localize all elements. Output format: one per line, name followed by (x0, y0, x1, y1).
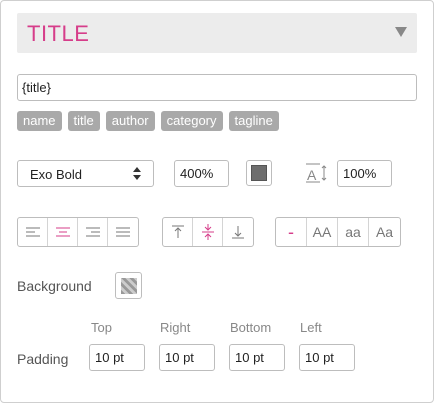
align-top-icon (171, 225, 184, 238)
tag-list: name title author category tagline (17, 111, 279, 131)
background-color-fill (121, 278, 137, 294)
padding-label: Padding (17, 351, 69, 367)
text-template-input[interactable] (17, 74, 417, 101)
collapse-caret-icon[interactable] (395, 27, 407, 37)
tag-category[interactable]: category (160, 111, 223, 131)
font-family-value: Exo Bold (30, 167, 83, 182)
padding-top-input[interactable] (89, 344, 145, 371)
text-style-panel: TITLE name title author category tagline… (0, 0, 434, 403)
section-header[interactable]: TITLE (17, 13, 417, 53)
vertical-align-group (162, 217, 254, 247)
case-upper-button[interactable]: AA (307, 218, 338, 246)
line-height-input[interactable] (337, 160, 392, 187)
text-color-fill (251, 165, 267, 181)
tag-title[interactable]: title (67, 111, 100, 131)
padding-bottom-input[interactable] (229, 344, 285, 371)
align-right-icon (85, 227, 100, 237)
align-center-icon (55, 227, 70, 237)
section-title: TITLE (27, 21, 90, 46)
case-lower-button[interactable]: aa (338, 218, 369, 246)
align-middle-icon (201, 224, 214, 240)
font-family-select[interactable]: Exo Bold (17, 160, 154, 187)
background-label: Background (17, 278, 92, 294)
text-align-group (17, 217, 139, 247)
align-bottom-button[interactable] (223, 218, 253, 246)
padding-bottom-label: Bottom (230, 320, 272, 335)
padding-right-label: Right (160, 320, 191, 335)
tag-name[interactable]: name (17, 111, 62, 131)
font-size-input[interactable] (174, 160, 229, 187)
align-justify-icon (116, 227, 130, 237)
align-left-icon (25, 227, 40, 237)
align-bottom-icon (232, 226, 244, 239)
padding-right-input[interactable] (159, 344, 215, 371)
text-case-group: - AA aa Aa (275, 217, 401, 247)
align-right-button[interactable] (78, 218, 108, 246)
align-justify-button[interactable] (108, 218, 138, 246)
align-middle-button[interactable] (193, 218, 223, 246)
padding-left-label: Left (300, 320, 322, 335)
padding-top-label: Top (91, 320, 112, 335)
case-title-button[interactable]: Aa (369, 218, 400, 246)
tag-author[interactable]: author (105, 111, 155, 131)
padding-left-input[interactable] (299, 344, 355, 371)
tag-tagline[interactable]: tagline (228, 111, 279, 131)
line-height-icon: A (306, 163, 327, 183)
align-center-button[interactable] (48, 218, 78, 246)
background-color-swatch[interactable] (115, 272, 142, 299)
align-top-button[interactable] (163, 218, 193, 246)
case-none-button[interactable]: - (276, 218, 307, 246)
text-color-swatch[interactable] (246, 160, 272, 186)
select-arrows-icon (133, 167, 141, 181)
svg-text:A: A (307, 167, 317, 183)
align-left-button[interactable] (18, 218, 48, 246)
